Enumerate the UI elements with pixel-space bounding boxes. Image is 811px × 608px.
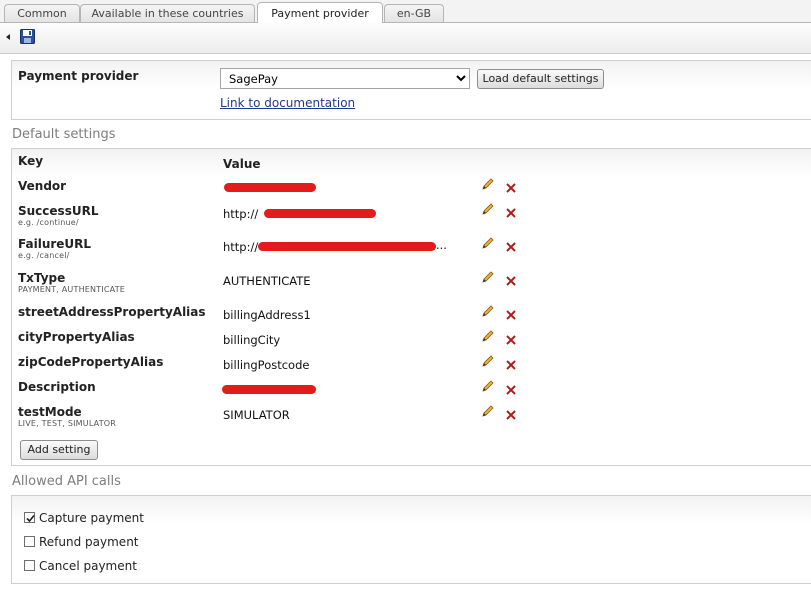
toolbar (0, 23, 811, 54)
redacted-value (258, 242, 436, 251)
default-settings-panel: Key Value Vendor SuccessURL e.g. /contin… (11, 148, 811, 466)
default-settings-title: Default settings (12, 127, 116, 142)
load-default-settings-button[interactable]: Load default settings (477, 69, 604, 89)
tab-common[interactable]: Common (4, 4, 80, 22)
arrow-left-icon[interactable] (6, 34, 10, 40)
pencil-icon[interactable] (481, 329, 495, 343)
api-calls-panel: Capture payment Refund payment Cancel pa… (11, 495, 811, 584)
setting-key-failureurl: FailureURL (18, 237, 92, 251)
pencil-icon[interactable] (481, 304, 495, 318)
setting-value-zipcode: billingPostcode (223, 358, 310, 372)
setting-key-city: cityPropertyAlias (18, 330, 135, 344)
setting-key-successurl: SuccessURL (18, 204, 99, 218)
save-disk-icon[interactable] (20, 29, 35, 44)
redacted-value (222, 385, 316, 394)
refund-payment-checkbox[interactable] (24, 536, 35, 547)
cancel-payment-checkbox[interactable] (24, 560, 35, 571)
setting-key-vendor: Vendor (18, 179, 67, 193)
provider-label: Payment provider (18, 69, 139, 83)
setting-value-city: billingCity (223, 333, 281, 347)
pencil-icon[interactable] (481, 202, 495, 216)
tab-label: Payment provider (271, 7, 369, 20)
column-value-header: Value (223, 157, 261, 171)
capture-payment-checkbox[interactable] (24, 512, 35, 523)
delete-x-icon[interactable] (506, 360, 516, 370)
documentation-link[interactable]: Link to documentation (220, 96, 355, 110)
tab-label: Common (17, 7, 67, 20)
pencil-icon[interactable] (481, 404, 495, 418)
setting-value-successurl: http:// (223, 207, 259, 221)
setting-key-streetaddress: streetAddressPropertyAlias (18, 305, 206, 319)
setting-value-streetaddress: billingAddress1 (223, 308, 311, 322)
add-setting-button[interactable]: Add setting (20, 440, 98, 460)
redacted-value (264, 209, 376, 218)
delete-x-icon[interactable] (506, 385, 516, 395)
setting-value-txtype: AUTHENTICATE (223, 274, 311, 288)
setting-key-testmode: testMode (18, 405, 82, 419)
pencil-icon[interactable] (481, 270, 495, 284)
column-key-header: Key (18, 154, 44, 168)
value-ellipsis: ... (436, 238, 447, 252)
pencil-icon[interactable] (481, 354, 495, 368)
setting-key-description: Description (18, 380, 96, 394)
pencil-icon[interactable] (481, 236, 495, 250)
delete-x-icon[interactable] (506, 242, 516, 252)
provider-select[interactable]: SagePay (220, 68, 470, 89)
setting-hint: PAYMENT, AUTHENTICATE (18, 285, 126, 294)
tab-label: Available in these countries (91, 7, 244, 20)
delete-x-icon[interactable] (506, 310, 516, 320)
setting-key-txtype: TxType (18, 271, 66, 285)
pencil-icon[interactable] (481, 177, 495, 191)
tab-label: en-GB (396, 7, 432, 20)
capture-payment-label: Capture payment (39, 511, 144, 525)
tab-en-gb[interactable]: en-GB (384, 4, 444, 22)
setting-value-testmode: SIMULATOR (223, 408, 290, 422)
delete-x-icon[interactable] (506, 335, 516, 345)
provider-panel: Payment provider SagePay Load default se… (11, 60, 811, 120)
setting-hint: e.g. /continue/ (18, 218, 79, 227)
cancel-payment-label: Cancel payment (39, 559, 137, 573)
delete-x-icon[interactable] (506, 276, 516, 286)
setting-value-failureurl: http:// (223, 240, 259, 254)
pencil-icon[interactable] (481, 379, 495, 393)
redacted-value (224, 183, 316, 192)
allowed-api-calls-title: Allowed API calls (12, 474, 121, 489)
delete-x-icon[interactable] (506, 208, 516, 218)
setting-key-zipcode: zipCodePropertyAlias (18, 355, 164, 369)
setting-hint: LIVE, TEST, SIMULATOR (18, 419, 117, 428)
tab-strip: Common Available in these countries Paym… (0, 0, 811, 23)
refund-payment-label: Refund payment (39, 535, 139, 549)
tab-payment-provider[interactable]: Payment provider (257, 2, 383, 23)
setting-hint: e.g. /cancel/ (18, 251, 70, 260)
delete-x-icon[interactable] (506, 410, 516, 420)
tab-available-countries[interactable]: Available in these countries (80, 4, 255, 22)
checkmark-icon (26, 514, 35, 523)
delete-x-icon[interactable] (506, 183, 516, 193)
